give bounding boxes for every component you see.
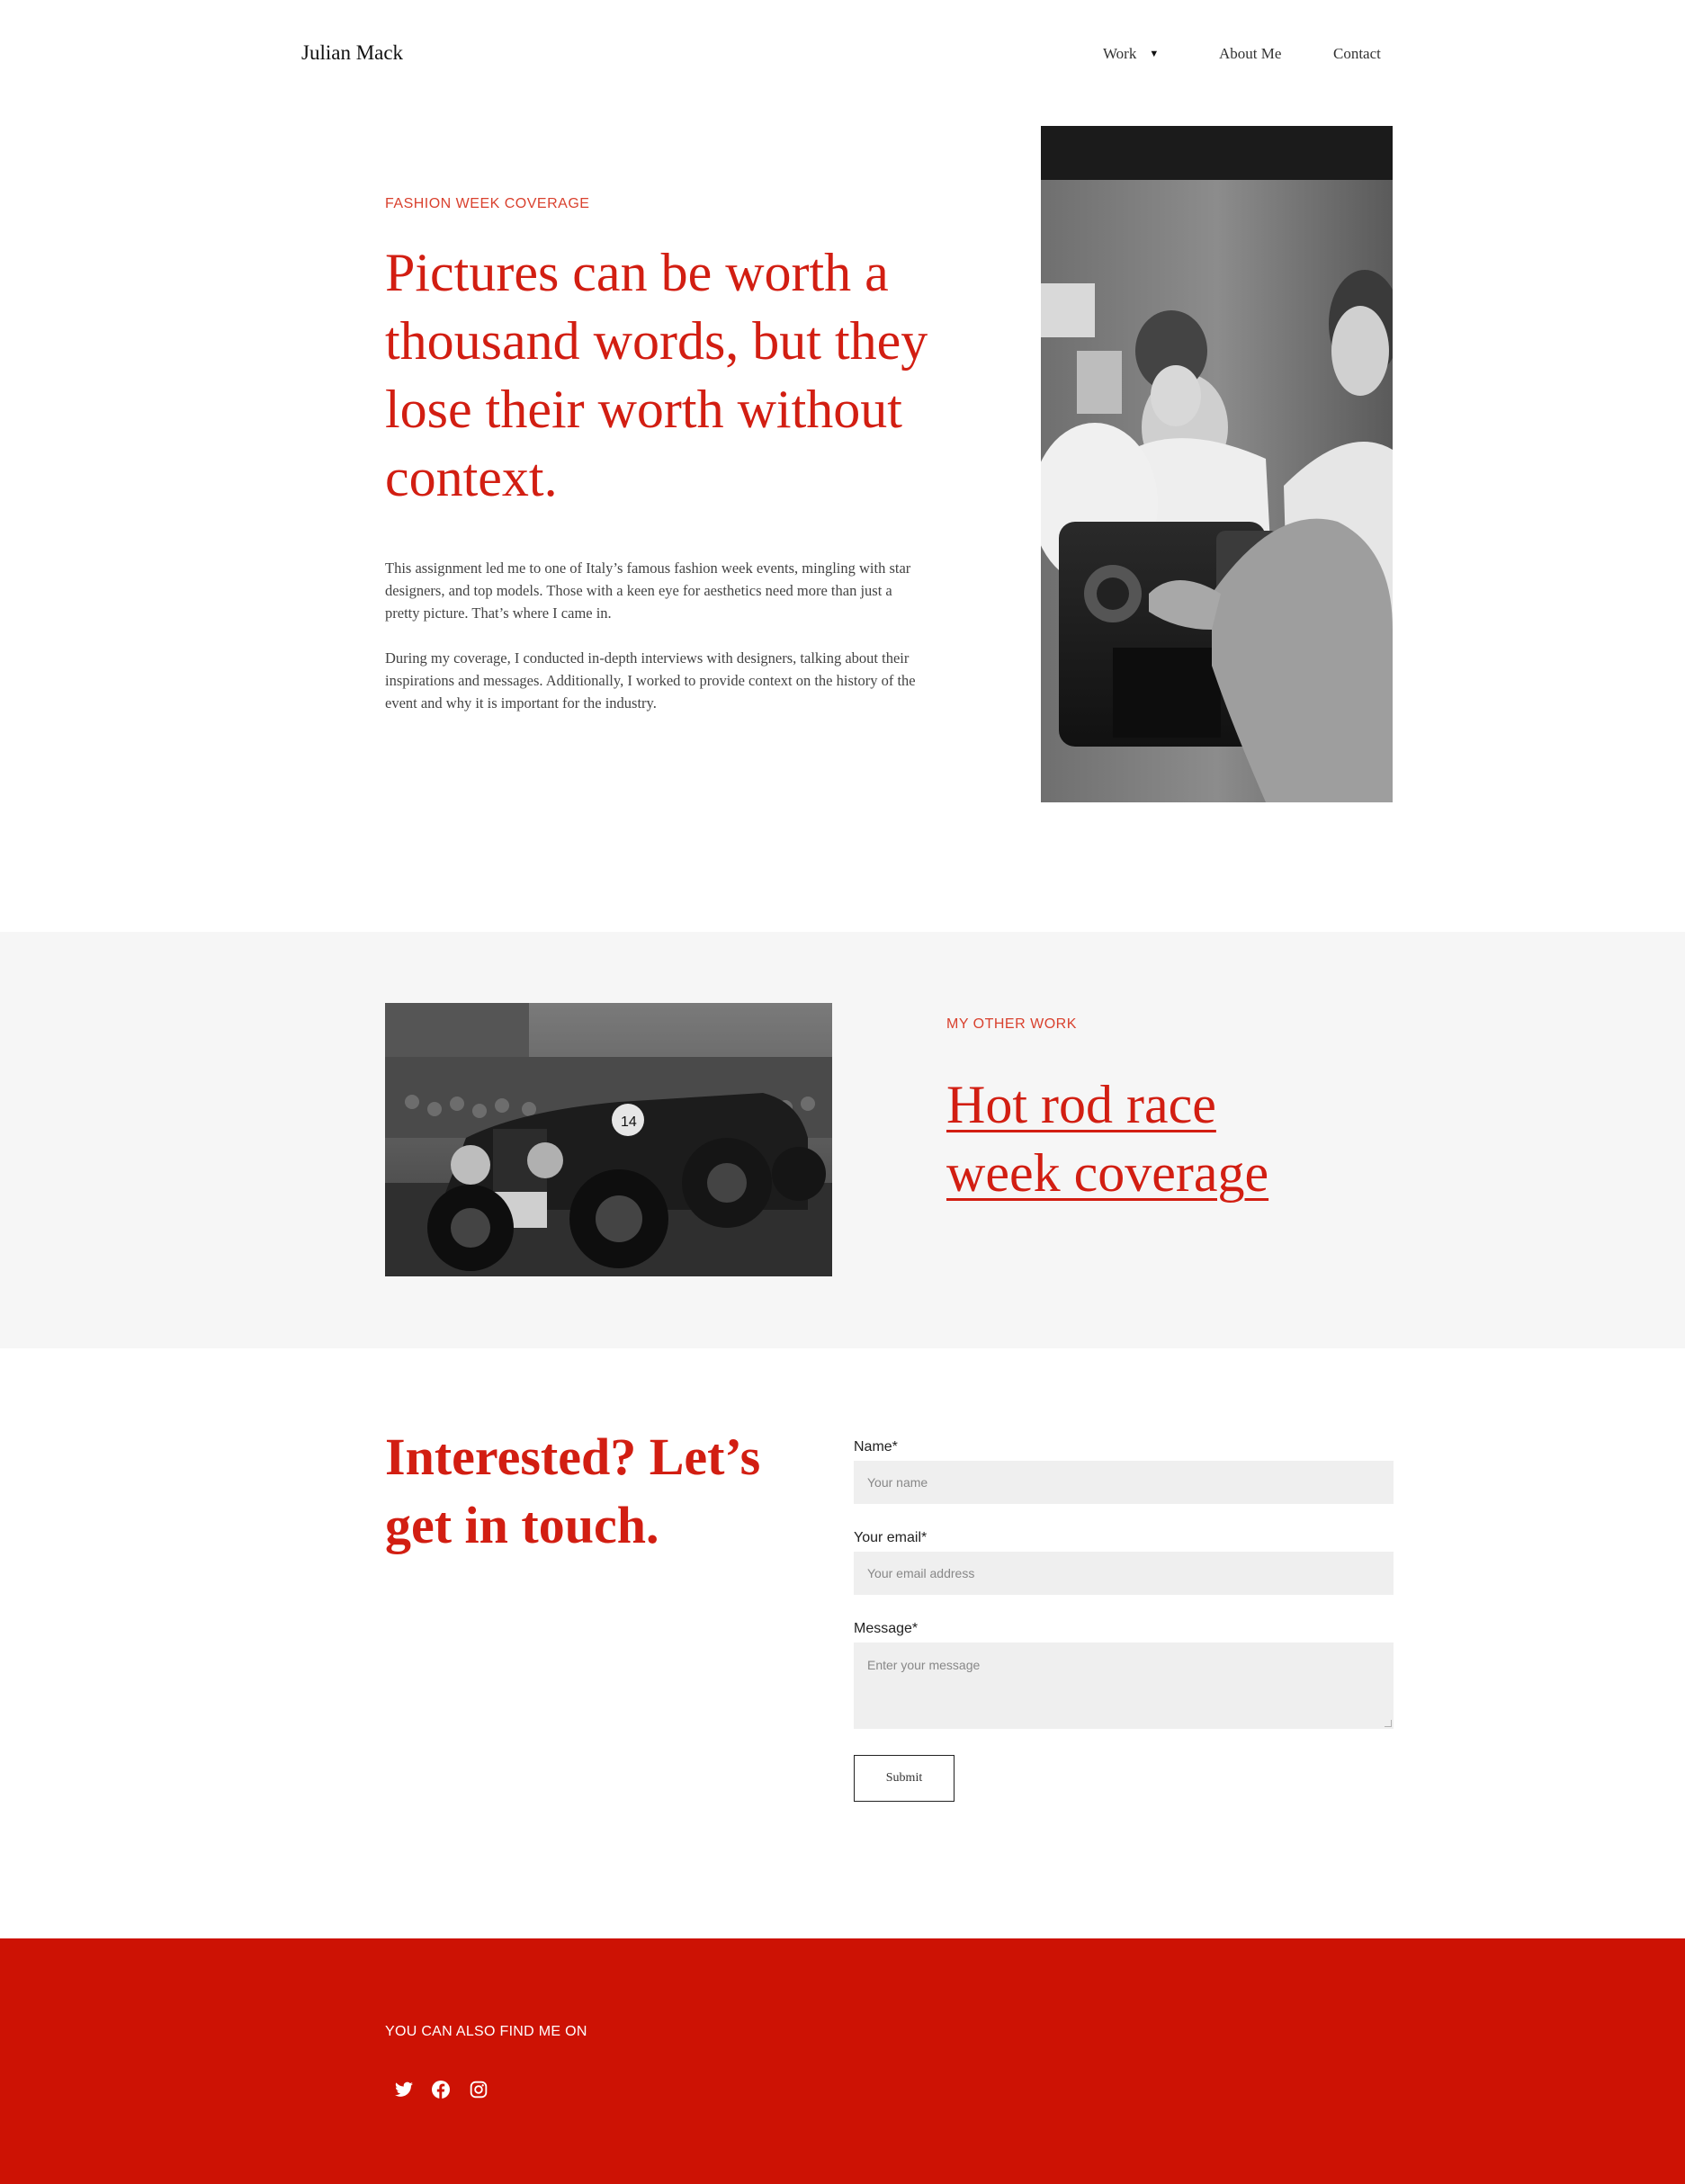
hero-paragraph: During my coverage, I conducted in-depth… [385,649,916,712]
name-input[interactable] [854,1461,1394,1504]
nav-work-label[interactable]: Work [1103,45,1136,63]
site-header: Julian Mack Work ▼ About Me Contact [0,0,1685,112]
other-work-kicker: MY OTHER WORK [946,1016,1077,1032]
instagram-icon[interactable] [469,2080,488,2099]
site-footer [0,1938,1685,2184]
message-textarea-wrap [854,1642,1394,1729]
hero-heading: Pictures can be worth a thousand words, … [385,243,928,507]
chevron-down-icon[interactable]: ▼ [1149,49,1159,59]
nav-contact-link[interactable]: Contact [1333,45,1381,63]
message-textarea[interactable] [854,1642,1394,1729]
fashion-week-photo [1041,126,1393,802]
email-label: Your email* [854,1530,928,1545]
nav-work-dropdown[interactable]: Work ▼ [1103,45,1159,63]
hero-body: This assignment led me to one of Italy’s… [385,557,916,714]
site-title-link[interactable]: Julian Mack [301,41,403,65]
contact-form: Name* Your email* Message* Submit [854,1439,1394,1802]
message-field-group: Message* [854,1621,1394,1729]
hot-rod-coverage-link[interactable]: Hot rod race week coverage [946,1070,1324,1207]
contact-heading: Interested? Let’s get in touch. [385,1428,761,1554]
message-label: Message* [854,1621,919,1636]
svg-text:14: 14 [621,1114,637,1130]
twitter-icon[interactable] [394,2080,414,2099]
nav-about-link[interactable]: About Me [1219,45,1281,63]
hero-paragraph: This assignment led me to one of Italy’s… [385,559,911,622]
other-work-section [0,932,1685,1348]
resize-handle-icon[interactable] [1385,1720,1392,1727]
facebook-icon[interactable] [431,2080,451,2099]
name-label: Name* [854,1439,898,1455]
name-field-group: Name* [854,1439,1394,1504]
submit-button[interactable]: Submit [854,1755,955,1802]
hero-kicker: FASHION WEEK COVERAGE [385,196,590,211]
email-input[interactable] [854,1552,1394,1595]
email-field-group: Your email* [854,1530,1394,1595]
hot-rod-photo[interactable]: 14 [385,1003,832,1276]
footer-kicker: YOU CAN ALSO FIND ME ON [385,2024,587,2039]
